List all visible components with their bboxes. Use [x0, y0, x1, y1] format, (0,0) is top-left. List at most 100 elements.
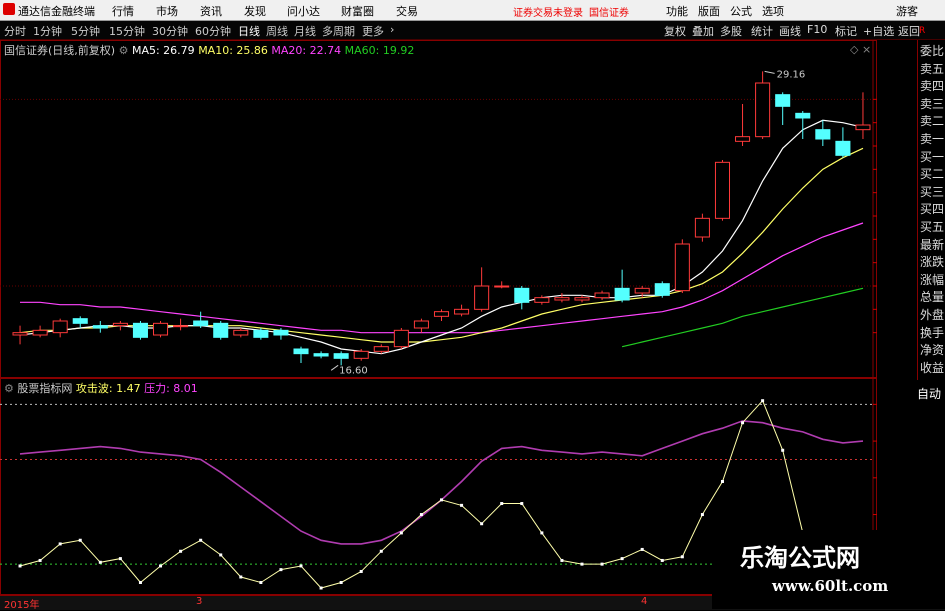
btn-draw[interactable]: 画线	[779, 23, 801, 39]
btn-overlay[interactable]: 叠加	[692, 23, 714, 39]
side-panel-item[interactable]: 最新	[920, 236, 944, 253]
ma20-label: MA20: 22.74	[271, 44, 342, 57]
side-panel-item[interactable]: 买五	[920, 218, 944, 235]
panel-toggle-icon[interactable]: R	[919, 26, 925, 36]
attack-point	[741, 421, 745, 425]
candle-body	[92, 325, 108, 329]
attack-point	[520, 502, 524, 506]
tab-daily[interactable]: 日线	[238, 23, 260, 39]
btn-back[interactable]: 返回	[898, 23, 920, 39]
attack-point	[78, 538, 82, 542]
side-panel-item[interactable]: 净资	[920, 341, 944, 358]
attack-point	[98, 560, 102, 564]
attack-point	[440, 498, 443, 502]
tab-more[interactable]: 更多	[362, 23, 384, 39]
attack-point	[660, 558, 664, 562]
tab-timeshare[interactable]: 分时	[4, 23, 26, 39]
btn-stats[interactable]: 统计	[751, 23, 773, 39]
candle-body	[514, 287, 530, 303]
side-panel-item[interactable]: 委比	[920, 42, 944, 59]
attack-point	[138, 580, 142, 584]
menu-item-wealth[interactable]: 财富圈	[341, 3, 374, 19]
side-panel-item[interactable]: 卖一	[920, 130, 944, 147]
more-arrow-icon[interactable]: ›	[390, 23, 394, 36]
pressure-label: 压力: 8.01	[144, 382, 198, 395]
candle-body	[173, 325, 189, 328]
menu-item-options[interactable]: 选项	[762, 3, 784, 19]
expand-diamond-icon[interactable]: ◇	[850, 43, 858, 56]
candle-body	[474, 285, 490, 310]
attack-point	[319, 586, 323, 590]
guest-label[interactable]: 游客	[896, 3, 918, 19]
tab-multi-period[interactable]: 多周期	[322, 23, 355, 39]
broker-name[interactable]: 国信证券	[589, 4, 629, 19]
attack-point	[279, 568, 283, 572]
menu-item-market[interactable]: 市场	[156, 3, 178, 19]
attack-point	[159, 564, 163, 568]
attack-point	[781, 448, 785, 452]
menu-bar: 通达信金融终端 行情 市场 资讯 发现 问小达 财富圈 交易 证券交易未登录 国…	[0, 0, 945, 21]
attack-point	[38, 558, 42, 562]
settings-gear-icon[interactable]: ⚙	[119, 44, 129, 57]
side-panel-item[interactable]: 买一	[920, 148, 944, 165]
candlestick-chart[interactable]: 28.0027.0026.0025.0024.0023.0022.0021.00…	[0, 40, 877, 378]
btn-f10[interactable]: F10	[807, 23, 827, 36]
attack-point	[460, 503, 464, 507]
login-warning[interactable]: 证券交易未登录	[513, 4, 583, 19]
attack-point	[620, 557, 624, 561]
indicator-gear-icon[interactable]: ⚙	[4, 382, 14, 395]
candle-body	[654, 283, 670, 296]
date-label-april: 4	[641, 596, 648, 607]
tab-60min[interactable]: 60分钟	[195, 23, 231, 39]
side-panel-item[interactable]: 换手	[920, 324, 944, 341]
tab-1min[interactable]: 1分钟	[33, 23, 62, 39]
candle-body	[112, 322, 128, 327]
side-panel-item[interactable]: 收益	[920, 359, 944, 376]
side-panel-item[interactable]: 卖二	[920, 112, 944, 129]
side-panel-item[interactable]: 卖五	[920, 60, 944, 77]
auto-button[interactable]: 自动	[917, 385, 945, 403]
attack-point	[118, 557, 122, 561]
menu-item-function[interactable]: 功能	[666, 3, 688, 19]
btn-adjust[interactable]: 复权	[664, 23, 686, 39]
candle-body	[213, 322, 229, 338]
candle-body	[32, 329, 48, 336]
candle-body	[152, 322, 169, 336]
btn-add-favorite[interactable]: +自选	[863, 23, 894, 39]
side-panel-item[interactable]: 买三	[920, 183, 944, 200]
attack-point	[18, 564, 22, 568]
tab-15min[interactable]: 15分钟	[109, 23, 145, 39]
menu-item-news[interactable]: 资讯	[200, 3, 222, 19]
tab-monthly[interactable]: 月线	[294, 23, 316, 39]
side-panel-item[interactable]: 买四	[920, 200, 944, 217]
candle-body	[313, 353, 329, 357]
menu-item-layout[interactable]: 版面	[698, 3, 720, 19]
close-x-icon[interactable]: ×	[862, 43, 871, 56]
main-chart-info: 国信证券(日线,前复权) ⚙ MA5: 26.79 MA10: 25.86 MA…	[4, 42, 414, 58]
attack-point	[761, 399, 765, 403]
side-panel-item[interactable]: 卖三	[920, 95, 944, 112]
tab-30min[interactable]: 30分钟	[152, 23, 188, 39]
tab-5min[interactable]: 5分钟	[71, 23, 100, 39]
candle-body	[835, 140, 851, 156]
btn-mark[interactable]: 标记	[835, 23, 857, 39]
menu-item-trade[interactable]: 交易	[396, 3, 418, 19]
side-panel-item[interactable]: 涨跌	[920, 253, 944, 270]
btn-multi-stock[interactable]: 多股	[720, 23, 742, 39]
candle-body	[12, 332, 28, 336]
side-panel-item[interactable]: 涨幅	[920, 271, 944, 288]
candle-body	[333, 353, 349, 359]
attack-point	[560, 558, 564, 562]
candle-body	[554, 297, 570, 301]
menu-item-discover[interactable]: 发现	[244, 3, 266, 19]
tab-weekly[interactable]: 周线	[266, 23, 288, 39]
candle-body	[815, 129, 831, 140]
side-panel-item[interactable]: 卖四	[920, 77, 944, 94]
menu-item-ask[interactable]: 问小达	[287, 3, 320, 19]
side-panel-item[interactable]: 总量	[920, 288, 944, 305]
menu-item-quotes[interactable]: 行情	[112, 3, 134, 19]
menu-item-formula[interactable]: 公式	[730, 3, 752, 19]
high-price-label: 29.16	[777, 69, 806, 80]
side-panel-item[interactable]: 买二	[920, 165, 944, 182]
side-panel-item[interactable]: 外盘	[920, 306, 944, 323]
